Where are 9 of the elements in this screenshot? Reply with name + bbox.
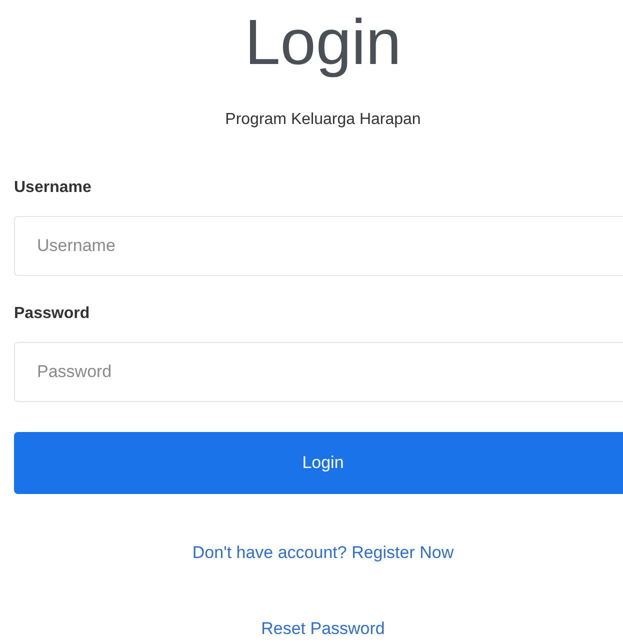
text-link[interactable]: Don't have account? Register Now — [192, 540, 454, 566]
input-field[interactable]: Username — [14, 216, 623, 276]
field-label: Password — [14, 304, 90, 324]
subtitle: Program Keluarga Harapan — [225, 110, 421, 130]
field-label: Username — [14, 178, 92, 198]
text-link[interactable]: Reset Password — [261, 616, 385, 641]
page-title: Login — [244, 6, 402, 78]
login-button[interactable]: Login — [14, 432, 623, 494]
input-field[interactable]: Password — [14, 342, 623, 402]
